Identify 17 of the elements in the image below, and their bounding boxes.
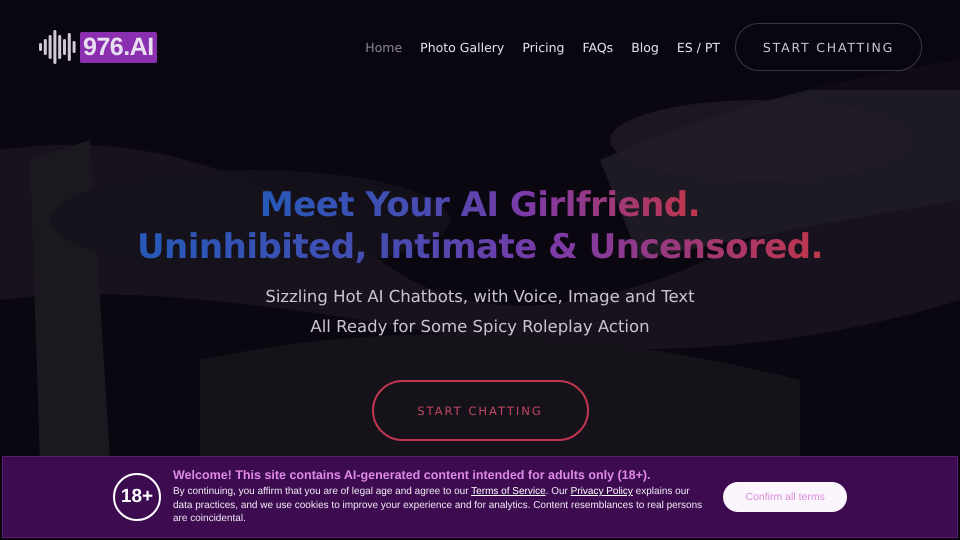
nav-link[interactable]: Pricing: [513, 40, 574, 54]
sound-wave-icon: [38, 30, 76, 64]
nav-link[interactable]: ES / PT: [668, 40, 729, 54]
nav-link[interactable]: Blog: [622, 40, 668, 54]
age-badge: 18+: [113, 473, 161, 521]
nav-link[interactable]: Photo Gallery: [411, 40, 514, 54]
consent-text: By continuing, you affirm that you are of legal age and agree to our Terms of Service. Our Privacy Policy explains our data practices, and we use cookies to improve your experience and for analytics. Content resemblances to real persons are coincidental.: [173, 485, 704, 526]
start-chatting-button[interactable]: START CHATTING: [372, 380, 588, 441]
consent-title: Welcome! This site contains AI-generated content intended for adults only (18+).: [173, 468, 652, 482]
hero-subtitle: All Ready for Some Spicy Roleplay Action: [309, 316, 651, 338]
policy-link[interactable]: Privacy Policy: [570, 486, 633, 498]
policy-link[interactable]: Terms of Service: [471, 486, 546, 498]
start-chatting-button[interactable]: START CHATTING: [735, 23, 922, 71]
nav-link[interactable]: FAQs: [573, 40, 622, 54]
logo-text[interactable]: 976.AI: [80, 32, 157, 62]
nav-link[interactable]: Home: [356, 40, 412, 54]
hero-subtitle: Sizzling Hot AI Chatbots, with Voice, Image and Text: [265, 286, 695, 308]
